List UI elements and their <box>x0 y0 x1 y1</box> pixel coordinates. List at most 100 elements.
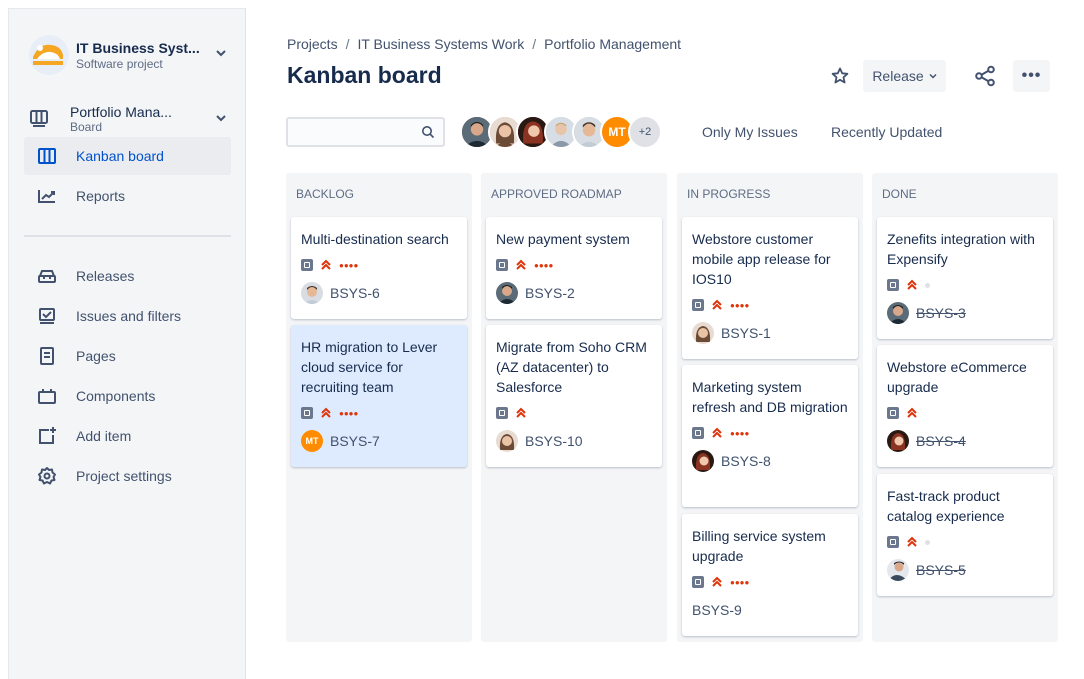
breadcrumb-item[interactable]: Projects <box>287 36 338 52</box>
project-type: Software project <box>76 56 163 71</box>
story-points-dot-icon <box>925 282 930 288</box>
sidebar-item-releases[interactable]: Releases <box>24 257 231 295</box>
task-type-icon <box>301 259 313 271</box>
task-type-icon <box>887 407 899 419</box>
issue-title: Webstore customer mobile app release for… <box>692 231 831 287</box>
issue-title: Migrate from Soho CRM (AZ datacenter) to… <box>496 339 647 395</box>
issue-card[interactable]: Billing service system upgrade ●●●● BSYS… <box>682 514 858 636</box>
sidebar-item-label: Add item <box>76 428 132 444</box>
release-button[interactable]: Release <box>863 60 946 92</box>
issue-card[interactable]: Marketing system refresh and DB migratio… <box>682 365 858 507</box>
sidebar-item-label: Issues and filters <box>76 308 182 324</box>
issue-card[interactable]: Webstore eCommerce upgrade BSYS-4 <box>877 345 1053 467</box>
search-input[interactable] <box>288 119 408 145</box>
sidebar-item-label: Project settings <box>76 468 172 484</box>
column-header: APPROVED ROADMAP <box>491 187 622 201</box>
priority-highest-icon <box>516 407 526 418</box>
project-switcher[interactable]: IT Business Syst... Software project <box>29 31 234 79</box>
avatar <box>887 302 909 324</box>
issue-key[interactable]: BSYS-9 <box>692 602 742 618</box>
issue-card[interactable]: Zenefits integration with Expensify BSYS… <box>877 217 1053 339</box>
avatar <box>496 430 518 452</box>
story-points-dots-icon: ●●●● <box>339 408 359 418</box>
avatar <box>887 430 909 452</box>
story-points-dots-icon: ●●●● <box>730 428 750 438</box>
issue-key[interactable]: BSYS-1 <box>721 325 771 341</box>
recently-updated-filter[interactable]: Recently Updated <box>831 124 942 140</box>
story-points-dots-icon: ●●●● <box>730 300 750 310</box>
issue-key[interactable]: BSYS-10 <box>525 433 583 449</box>
issue-title: Multi-destination search <box>301 231 449 247</box>
project-name: IT Business Syst... <box>76 39 200 56</box>
sidebar-item-kanban-board[interactable]: Kanban board <box>24 137 231 175</box>
search-box[interactable] <box>286 117 445 147</box>
task-type-icon <box>301 407 313 419</box>
breadcrumb-separator: / <box>345 36 350 52</box>
sidebar: IT Business Syst... Software project Por… <box>8 8 246 679</box>
chevron-down-icon[interactable] <box>216 114 226 125</box>
task-type-icon <box>887 536 899 548</box>
task-type-icon <box>692 427 704 439</box>
reports-icon <box>37 186 57 206</box>
sidebar-item-project-settings[interactable]: Project settings <box>24 457 231 495</box>
issue-title: Marketing system refresh and DB migratio… <box>692 379 848 415</box>
components-icon <box>37 386 57 406</box>
task-type-icon <box>496 407 508 419</box>
issues-icon <box>37 306 57 326</box>
priority-highest-icon <box>907 536 917 547</box>
breadcrumb: Projects / IT Business Systems Work / Portfo… <box>287 36 681 52</box>
chevron-down-icon[interactable] <box>216 49 226 60</box>
sidebar-item-issues-and-filters[interactable]: Issues and filters <box>24 297 231 335</box>
issue-card[interactable]: Multi-destination search ●●●● BSYS-6 <box>291 217 467 319</box>
issue-card[interactable]: New payment system ●●●● BSYS-2 <box>486 217 662 319</box>
breadcrumb-item[interactable]: IT Business Systems Work <box>357 36 524 52</box>
issue-card[interactable]: Migrate from Soho CRM (AZ datacenter) to… <box>486 325 662 467</box>
only-my-issues-filter[interactable]: Only My Issues <box>702 124 798 140</box>
task-type-icon <box>887 279 899 291</box>
sidebar-item-reports[interactable]: Reports <box>24 177 231 215</box>
board-name: Portfolio Mana... <box>70 104 172 120</box>
priority-highest-icon <box>321 407 331 418</box>
sidebar-item-label: Releases <box>76 268 135 284</box>
issue-key[interactable]: BSYS-3 <box>916 305 966 321</box>
issue-key[interactable]: BSYS-5 <box>916 562 966 578</box>
sidebar-divider <box>24 235 231 237</box>
breadcrumb-item[interactable]: Portfolio Management <box>544 36 681 52</box>
column-done: DONE Zenefits integration with Expensify… <box>872 173 1058 642</box>
issue-card-selected[interactable]: HR migration to Lever cloud service for … <box>291 325 467 467</box>
issue-card[interactable]: Fast-track product catalog experience BS… <box>877 474 1053 596</box>
avatar <box>692 322 714 344</box>
issue-key[interactable]: BSYS-2 <box>525 285 575 301</box>
column-approved-roadmap: APPROVED ROADMAP New payment system ●●●●… <box>481 173 667 642</box>
sidebar-item-components[interactable]: Components <box>24 377 231 415</box>
task-type-icon <box>496 259 508 271</box>
more-actions-button[interactable]: ••• <box>1013 60 1050 92</box>
issue-title: Webstore eCommerce upgrade <box>887 359 1027 395</box>
release-label: Release <box>872 68 924 84</box>
column-header: BACKLOG <box>296 187 355 201</box>
star-icon[interactable] <box>829 65 851 87</box>
story-points-dot-icon <box>925 539 930 545</box>
breadcrumb-separator: / <box>532 36 537 52</box>
page-title: Kanban board <box>287 62 442 88</box>
issue-key[interactable]: BSYS-8 <box>721 453 771 469</box>
issue-title: Fast-track product catalog experience <box>887 488 1005 524</box>
share-icon[interactable] <box>973 64 997 88</box>
column-header: IN PROGRESS <box>687 187 771 201</box>
board-switch-icon <box>29 108 49 128</box>
issue-title: New payment system <box>496 231 630 247</box>
more-assignees-badge[interactable]: +2 <box>628 115 662 149</box>
issue-title: Billing service system upgrade <box>692 528 826 564</box>
issue-title: Zenefits integration with Expensify <box>887 231 1035 267</box>
issue-key[interactable]: BSYS-6 <box>330 285 380 301</box>
settings-icon <box>37 466 57 486</box>
issue-key[interactable]: BSYS-7 <box>330 433 380 449</box>
assignee-filter: MT +2 <box>460 115 662 149</box>
issue-key[interactable]: BSYS-4 <box>916 433 966 449</box>
board-icon <box>37 146 57 166</box>
sidebar-item-add-item[interactable]: Add item <box>24 417 231 455</box>
sidebar-item-pages[interactable]: Pages <box>24 337 231 375</box>
issue-card[interactable]: Webstore customer mobile app release for… <box>682 217 858 359</box>
priority-highest-icon <box>907 279 917 290</box>
priority-highest-icon <box>321 259 331 270</box>
